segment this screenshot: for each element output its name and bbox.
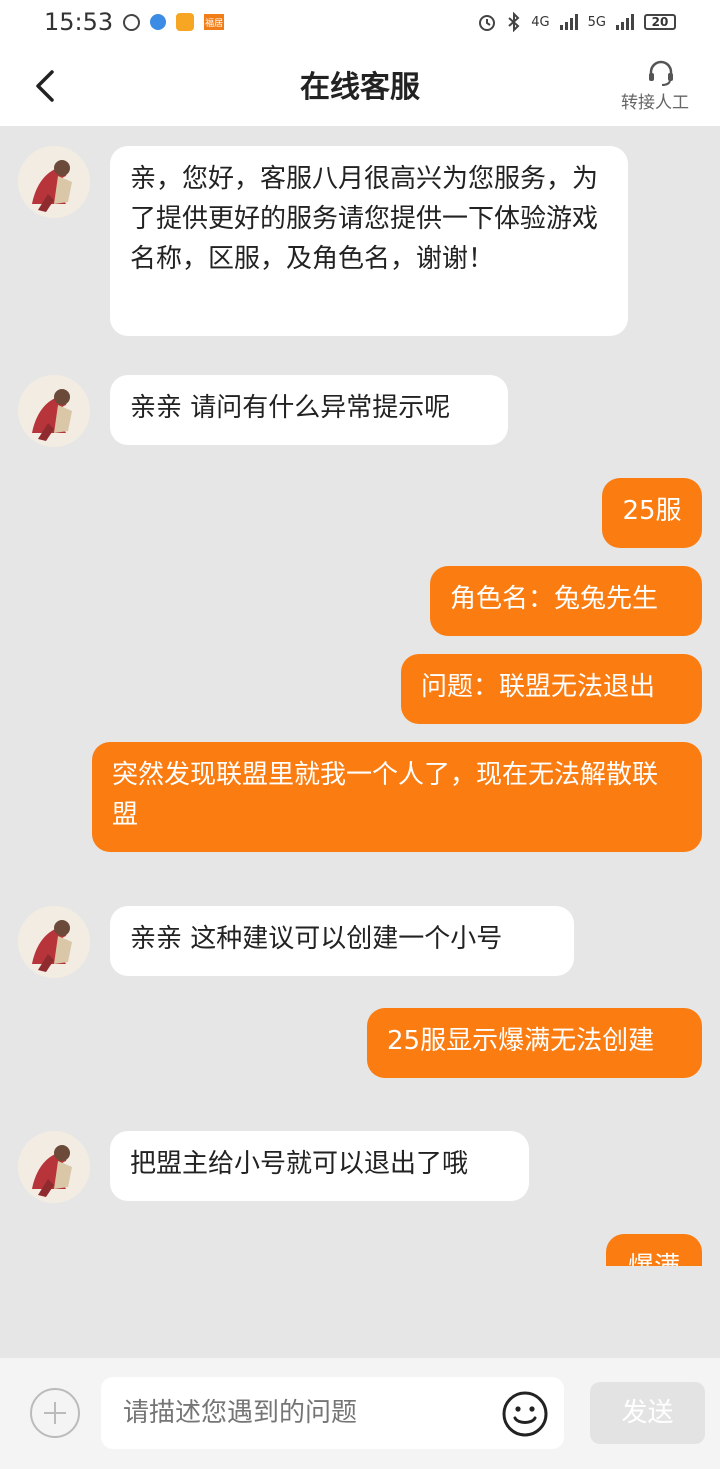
user-message: 25服显示爆满无法创建 bbox=[367, 1008, 702, 1078]
bluetooth-icon bbox=[508, 12, 520, 32]
agent-avatar bbox=[18, 146, 90, 218]
agent-avatar bbox=[18, 375, 90, 447]
user-message: 爆满 bbox=[606, 1234, 702, 1266]
message-input[interactable] bbox=[123, 1377, 483, 1449]
battery-icon: 20 bbox=[644, 14, 676, 30]
transfer-human-button[interactable]: 转接人工 bbox=[610, 56, 700, 116]
agent-message: 亲亲 这种建议可以创建一个小号 bbox=[110, 906, 574, 976]
send-button[interactable]: 发送 bbox=[590, 1382, 705, 1444]
status-time: 15:53 bbox=[44, 8, 114, 36]
loading-ring-icon bbox=[123, 13, 141, 31]
user-message: 角色名：兔兔先生 bbox=[430, 566, 702, 636]
input-bar: 发送 bbox=[0, 1358, 720, 1469]
nav-bar: 在线客服 转接人工 bbox=[0, 44, 720, 126]
agent-message: 亲，您好，客服八月很高兴为您服务，为了提供更好的服务请您提供一下体验游戏名称，区… bbox=[110, 146, 628, 336]
agent-avatar bbox=[18, 1131, 90, 1203]
chat-area[interactable]: 亲，您好，客服八月很高兴为您服务，为了提供更好的服务请您提供一下体验游戏名称，区… bbox=[0, 126, 720, 1266]
message-input-box[interactable] bbox=[101, 1377, 564, 1449]
transfer-human-label: 转接人工 bbox=[621, 93, 689, 113]
user-message: 问题：联盟无法退出 bbox=[401, 654, 702, 724]
headset-icon bbox=[649, 60, 673, 86]
status-bar: 15:53 福居 4G 5G 20 bbox=[0, 0, 720, 44]
agent-message: 亲亲 请问有什么异常提示呢 bbox=[110, 375, 508, 445]
alarm-icon bbox=[479, 15, 496, 31]
user-message: 突然发现联盟里就我一个人了，现在无法解散联盟 bbox=[92, 742, 702, 852]
emoji-icon[interactable] bbox=[501, 1390, 549, 1438]
agent-message: 把盟主给小号就可以退出了哦 bbox=[110, 1131, 529, 1201]
network-4g-label: 4G bbox=[531, 14, 550, 30]
app-tag-icon: 福居 bbox=[204, 14, 225, 30]
add-attachment-button[interactable] bbox=[30, 1388, 80, 1438]
app-notification-icon bbox=[176, 13, 195, 31]
user-message: 25服 bbox=[602, 478, 702, 548]
signal-2-icon bbox=[616, 14, 634, 30]
agent-avatar bbox=[18, 906, 90, 978]
browser-app-icon bbox=[150, 14, 167, 30]
network-5g-label: 5G bbox=[587, 14, 606, 30]
signal-1-icon bbox=[559, 14, 578, 30]
